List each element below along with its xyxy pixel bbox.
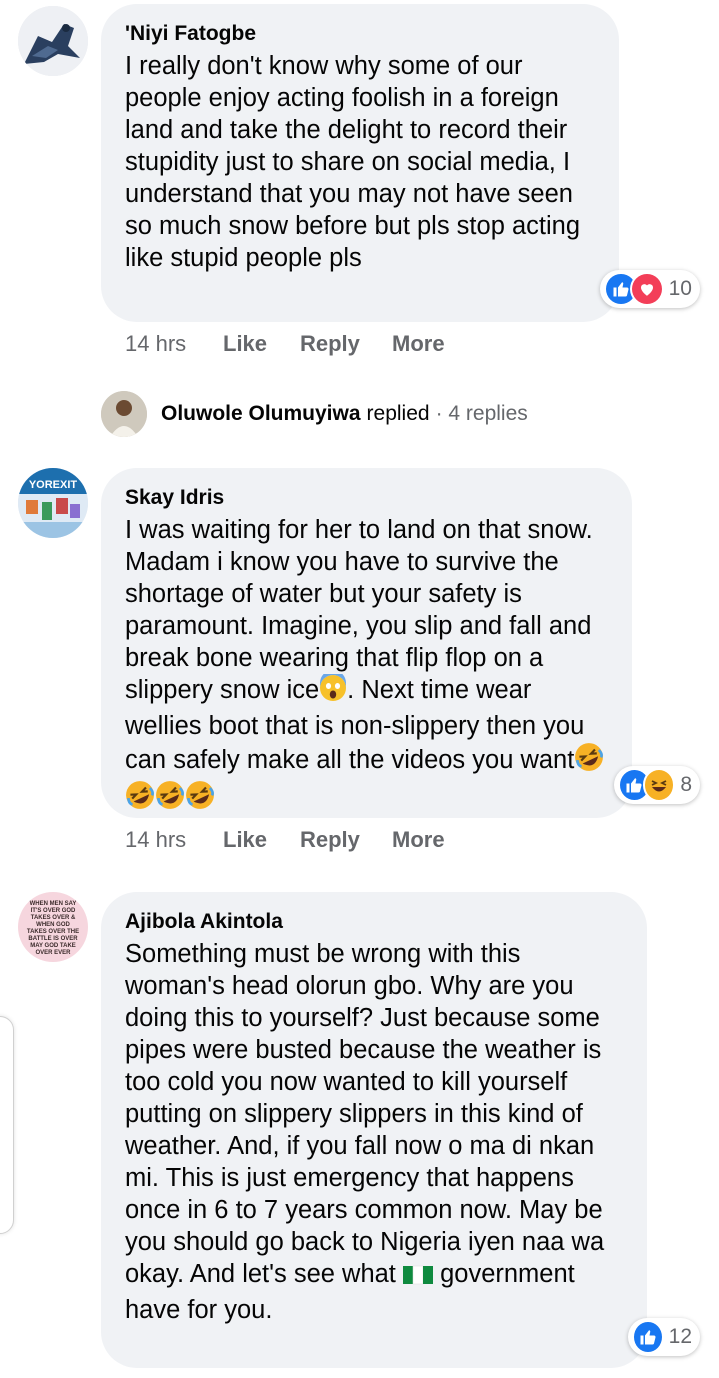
comment-text-part: Something must be wrong with this woman'… xyxy=(125,940,605,1288)
scream-emoji-icon xyxy=(319,670,347,710)
leopard-avatar-image xyxy=(18,6,88,76)
reaction-summary[interactable]: 8 xyxy=(614,766,700,804)
avatar-text: WHEN MEN SAY IT'S OVER GOD TAKES OVER & … xyxy=(26,901,80,956)
replies-link[interactable]: Oluwole Olumuyiwa replied · 4 replies xyxy=(101,391,528,437)
like-button[interactable]: Like xyxy=(223,827,267,853)
like-button[interactable]: Like xyxy=(223,331,267,357)
haha-icon xyxy=(642,768,676,802)
comment-text: I really don't know why some of our peop… xyxy=(125,52,581,272)
yorexit-avatar-image: YOREXIT xyxy=(18,468,88,538)
like-icon xyxy=(632,1320,664,1354)
comment-text: I was waiting for her to land on that sn… xyxy=(125,514,610,818)
avatar-text: YOREXIT xyxy=(29,479,78,491)
replier-name: Oluwole Olumuyiwa xyxy=(161,402,361,425)
love-icon xyxy=(629,272,664,306)
side-panel-edge[interactable] xyxy=(0,1016,14,1234)
comment-author[interactable]: Skay Idris xyxy=(125,484,610,512)
commenter-avatar[interactable] xyxy=(18,6,88,76)
comment-author[interactable]: Ajibola Akintola xyxy=(125,908,625,936)
comment-timestamp[interactable]: 14 hrs xyxy=(125,827,186,853)
more-button[interactable]: More xyxy=(392,827,445,853)
rofl-emoji-icon xyxy=(155,780,185,818)
reply-count: · 4 replies xyxy=(435,402,528,425)
comment-bubble: Skay Idris I was waiting for her to land… xyxy=(101,468,632,818)
comment-author[interactable]: 'Niyi Fatogbe xyxy=(125,20,597,48)
replied-label: replied xyxy=(366,402,430,425)
nigeria-flag-icon xyxy=(402,1262,433,1294)
comment-timestamp[interactable]: 14 hrs xyxy=(125,331,186,357)
more-button[interactable]: More xyxy=(392,331,445,357)
rofl-emoji-icon xyxy=(185,780,215,818)
commenter-avatar[interactable]: YOREXIT xyxy=(18,468,88,538)
reaction-summary[interactable]: 12 xyxy=(628,1318,700,1356)
comment-bubble: 'Niyi Fatogbe I really don't know why so… xyxy=(101,4,619,322)
reaction-count: 12 xyxy=(668,1325,692,1348)
rofl-emoji-icon xyxy=(125,780,155,818)
reaction-summary[interactable]: 10 xyxy=(600,270,700,308)
comment-text: Something must be wrong with this woman'… xyxy=(125,938,625,1326)
reaction-count: 10 xyxy=(668,277,692,300)
reaction-count: 8 xyxy=(680,773,692,796)
replier-avatar xyxy=(101,391,147,437)
reply-button[interactable]: Reply xyxy=(300,827,360,853)
reply-button[interactable]: Reply xyxy=(300,331,360,357)
commenter-avatar[interactable]: WHEN MEN SAY IT'S OVER GOD TAKES OVER & … xyxy=(18,892,88,962)
rofl-emoji-icon xyxy=(574,742,604,780)
comment-bubble: Ajibola Akintola Something must be wrong… xyxy=(101,892,647,1368)
